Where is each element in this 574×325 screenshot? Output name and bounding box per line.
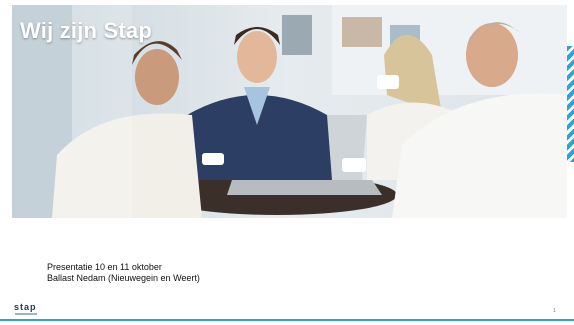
subtitle-line-1: Presentatie 10 en 11 oktober: [47, 262, 162, 272]
subtitle-line-2: Ballast Nedam (Nieuwegein en Weert): [47, 273, 200, 283]
logo-text: stap: [14, 302, 37, 312]
page-number: 1: [553, 308, 556, 314]
slide-subtitle: Presentatie 10 en 11 oktober Ballast Ned…: [47, 262, 200, 284]
bottom-accent-line: [0, 319, 574, 321]
logo-underline: [15, 313, 37, 315]
decorative-stripe: [567, 46, 574, 162]
slide: Wij zijn Stap Presentatie 10 en 11 oktob…: [0, 0, 574, 325]
stap-logo: stap: [14, 302, 37, 315]
slide-title: Wij zijn Stap: [20, 18, 152, 43]
